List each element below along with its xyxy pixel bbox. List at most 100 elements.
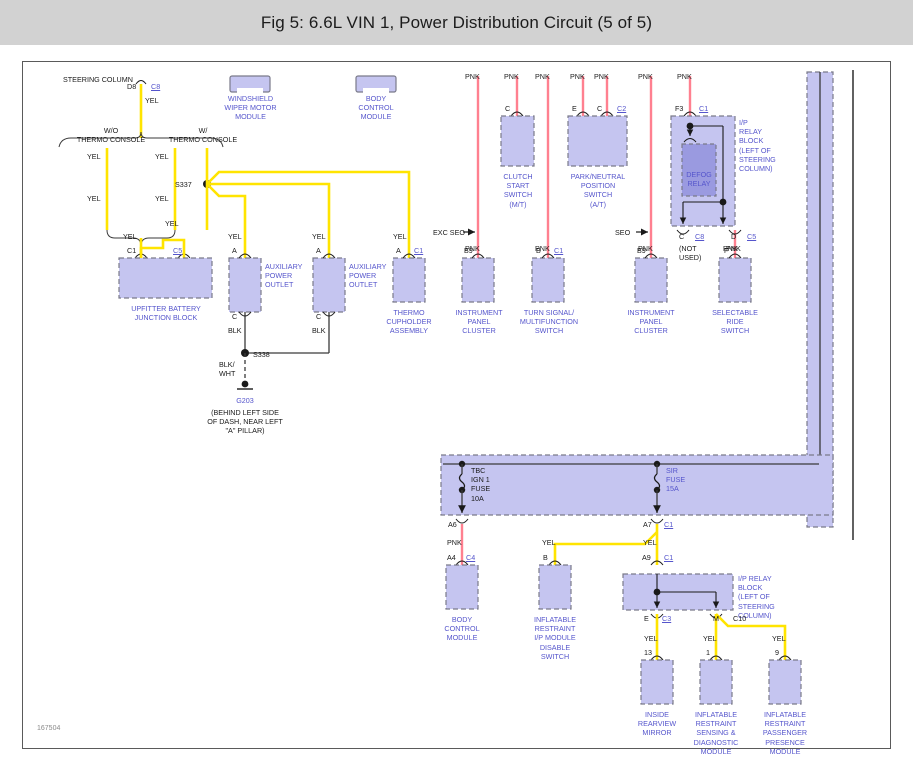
branch-label-w-thermo-console: W/ THERMO CONSOLE <box>168 126 238 145</box>
connector-cupholder-c1[interactable]: C1 <box>414 246 423 255</box>
component-box-clutch-start-switch[interactable] <box>500 115 535 167</box>
wire-label-pnk-2: PNK <box>504 72 519 81</box>
pin-d8: D8 <box>127 82 137 91</box>
wire-label-pnk-5: PNK <box>594 72 609 81</box>
component-box-windshield-wiper-motor-module[interactable] <box>229 75 271 93</box>
pin-aux1-c: C <box>232 312 238 321</box>
component-label-park-neutral-position-switch: PARK/NEUTRAL POSITION SWITCH (A/T) <box>570 172 626 209</box>
component-box-thermo-cupholder-assembly[interactable] <box>392 257 426 303</box>
component-label-inside-rearview-mirror: INSIDE REARVIEW MIRROR <box>637 710 677 738</box>
connector-fuse-c1[interactable]: C1 <box>664 520 673 529</box>
component-box-inflatable-restraint-passenger-presence-module[interactable] <box>768 659 802 705</box>
title-bar: Fig 5: 6.6L VIN 1, Power Distribution Ci… <box>0 0 913 45</box>
wire-label-yel-aux2-top: YEL <box>312 232 326 241</box>
component-label-auxiliary-power-outlet-2: AUXILIARY POWER OUTLET <box>349 262 387 290</box>
wire-label-yel-right-bottom: YEL <box>155 194 169 203</box>
pin-ipc1-b9: B9 <box>464 246 473 255</box>
component-box-instrument-panel-cluster-1[interactable] <box>461 257 495 303</box>
pin-relay-bottom-m: M <box>713 614 719 623</box>
component-label-inflatable-restraint-sensing-diagnostic-module: INFLATABLE RESTRAINT SENSING & DIAGNOSTI… <box>693 710 739 756</box>
component-box-inside-rearview-mirror[interactable] <box>640 659 674 705</box>
component-box-auxiliary-power-outlet-1[interactable] <box>228 257 262 313</box>
component-label-inflatable-restraint-disable-switch: INFLATABLE RESTRAINT I/P MODULE DISABLE … <box>533 615 577 661</box>
component-box-inflatable-restraint-ip-module-disable-switch[interactable] <box>538 564 572 610</box>
pin-relay-out-c: C <box>679 232 685 241</box>
steering-column-wiring <box>58 80 224 258</box>
pin-upfitter-c5[interactable]: C5 <box>173 246 182 255</box>
pin-relay-out-d: D <box>731 232 737 241</box>
splice-label-s338: S338 <box>253 350 270 359</box>
connector-turnsignal-c1[interactable]: C1 <box>554 246 563 255</box>
component-label-body-control-module-top: BODY CONTROL MODULE <box>358 94 394 122</box>
component-label-selectable-ride-switch: SELECTABLE RIDE SWITCH <box>712 308 758 336</box>
pin-sensing-1: 1 <box>706 648 710 657</box>
diagram-canvas: STEERING COLUMN D8 C8 YEL W/O THERMO CON… <box>23 62 892 756</box>
component-box-auxiliary-power-outlet-2[interactable] <box>312 257 346 313</box>
wire-label-pnk-1: PNK <box>465 72 480 81</box>
fuse-label-tbc-ign1: TBC IGN 1 FUSE 10A <box>471 466 491 503</box>
connector-relay-bottom-c1[interactable]: C1 <box>664 553 673 562</box>
component-label-thermo-cupholder-assembly: THERMO CUPHOLDER ASSEMBLY <box>386 308 432 336</box>
wire-label-pnk-4: PNK <box>570 72 585 81</box>
relay-name-defog: DEFOG RELAY <box>686 170 712 189</box>
connector-c8[interactable]: C8 <box>151 82 160 91</box>
pin-mirror-13: 13 <box>644 648 652 657</box>
fuse-label-sir: SIR FUSE 15A <box>666 466 686 494</box>
pin-pnp-e: E <box>572 104 577 113</box>
seo-label: SEO <box>615 228 631 237</box>
component-label-instrument-panel-cluster-1: INSTRUMENT PANEL CLUSTER <box>455 308 503 336</box>
pin-relay-bottom-e: E <box>644 614 649 623</box>
pin-ipc2-b9: B9 <box>637 246 646 255</box>
splice-s337-wiring <box>203 148 411 258</box>
pin-aux1-a: A <box>232 246 237 255</box>
component-box-selectable-ride-switch[interactable] <box>718 257 752 303</box>
wire-label-yel-upfitter-c5: YEL <box>165 219 179 228</box>
component-box-instrument-panel-cluster-2[interactable] <box>634 257 668 303</box>
wire-label-yel-left-bottom: YEL <box>87 194 101 203</box>
pin-aux2-c: C <box>316 312 322 321</box>
wire-label-yel-right-top: YEL <box>155 152 169 161</box>
diagram-reference-number: 167504 <box>37 725 61 732</box>
steering-column-label: STEERING COLUMN <box>63 75 133 84</box>
pin-turnsignal-b: B <box>536 246 541 255</box>
wire-label-pnk-6: PNK <box>638 72 653 81</box>
component-box-body-control-module-bottom[interactable] <box>445 564 479 610</box>
connector-label-c10: C10 <box>733 614 747 623</box>
component-box-park-neutral-position-switch[interactable] <box>567 115 628 167</box>
connector-relay-c1[interactable]: C1 <box>699 104 708 113</box>
component-box-inflatable-restraint-sensing-diagnostic-module[interactable] <box>699 659 733 705</box>
component-box-turn-signal-multifunction-switch[interactable] <box>531 257 565 303</box>
pin-relay-f3: F3 <box>675 104 684 113</box>
wire-label-pnk-bcm: PNK <box>447 538 462 547</box>
splice-label-s337: S337 <box>175 180 192 189</box>
pin-relay-bottom-a9: A9 <box>642 553 651 562</box>
connector-bcm-c4[interactable]: C4 <box>466 553 475 562</box>
lower-wiring <box>455 524 664 566</box>
component-label-instrument-panel-cluster-2: INSTRUMENT PANEL CLUSTER <box>627 308 675 336</box>
wire-label-yel-disable-switch: YEL <box>542 538 556 547</box>
connector-relay-c8[interactable]: C8 <box>695 232 704 241</box>
seo-label-exc: EXC SEO <box>433 228 465 237</box>
pin-presence-9: 9 <box>775 648 779 657</box>
pin-bcm-a4: A4 <box>447 553 456 562</box>
relay-not-used-note: (NOT USED) <box>679 244 702 263</box>
pin-upfitter-c1: C1 <box>127 246 137 255</box>
connector-relay-bottom-c3[interactable]: C3 <box>662 614 671 623</box>
wire-label-blk-aux1: BLK <box>228 326 242 335</box>
connector-relay-c5[interactable]: C5 <box>747 232 756 241</box>
page-title: Fig 5: 6.6L VIN 1, Power Distribution Ci… <box>260 12 653 32</box>
pin-fuse-a6: A6 <box>448 520 457 529</box>
component-label-auxiliary-power-outlet-1: AUXILIARY POWER OUTLET <box>265 262 303 290</box>
pin-ride-f: F <box>724 246 729 255</box>
component-box-body-control-module-top[interactable] <box>355 75 397 93</box>
wire-label-yel-upfitter-c1: YEL <box>123 232 137 241</box>
component-label-clutch-start-switch: CLUTCH START SWITCH (M/T) <box>503 172 533 209</box>
component-label-turn-signal-multifunction-switch: TURN SIGNAL/ MULTIFUNCTION SWITCH <box>519 308 579 336</box>
pin-aux2-a: A <box>316 246 321 255</box>
connector-pnp-c2[interactable]: C2 <box>617 104 626 113</box>
wire-label-pnk-3: PNK <box>535 72 550 81</box>
ground-label-g203: G203 <box>236 396 254 405</box>
ground-location-note: (BEHIND LEFT SIDE OF DASH, NEAR LEFT "A"… <box>207 408 283 436</box>
wire-label-yel-presence: YEL <box>772 634 786 643</box>
component-box-upfitter-battery-junction-block[interactable] <box>118 257 213 299</box>
